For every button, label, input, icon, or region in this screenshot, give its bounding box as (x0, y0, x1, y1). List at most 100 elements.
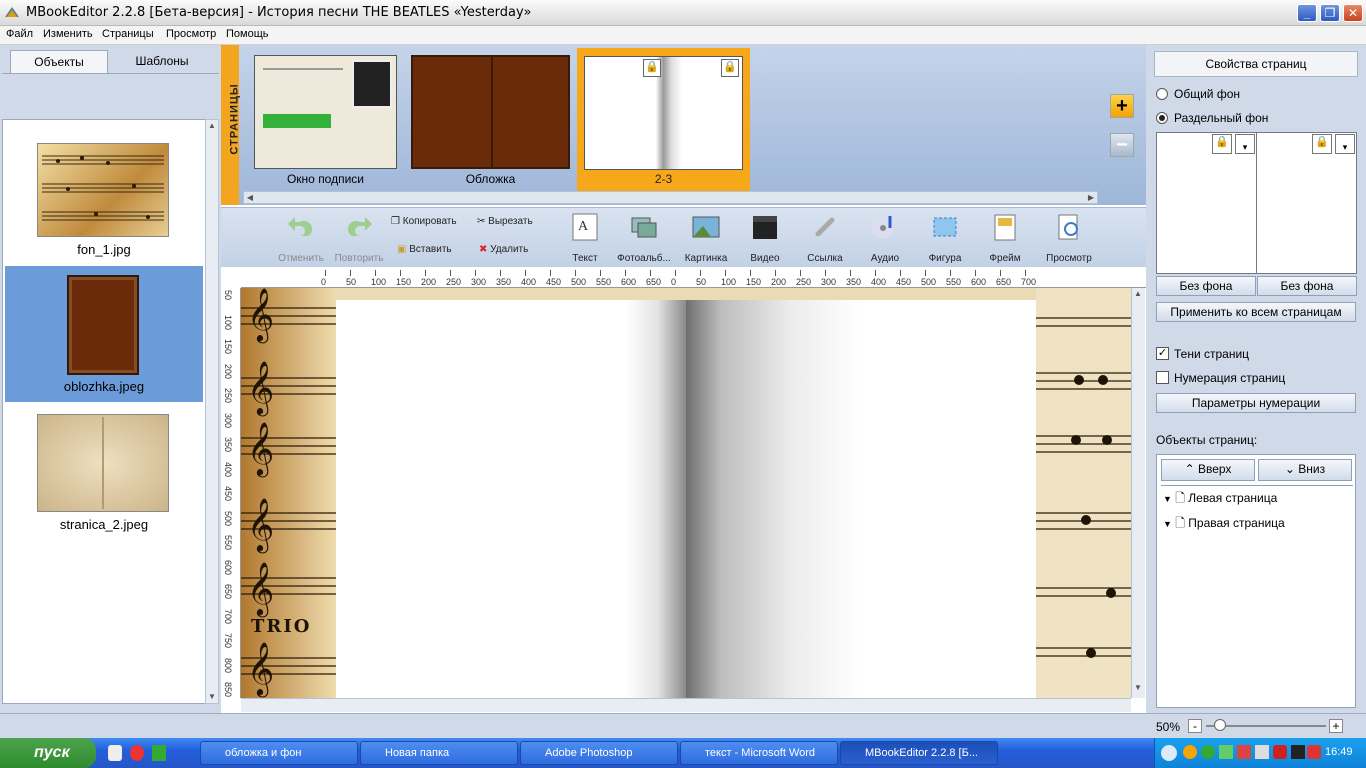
scroll-left-icon[interactable]: ◀ (244, 192, 256, 204)
menu-view[interactable]: Просмотр (166, 28, 216, 40)
pages-scrollbar[interactable]: ◀ ▶ (243, 191, 1098, 204)
tray-icon[interactable] (1255, 745, 1269, 759)
picture-tool[interactable]: Картинка (681, 212, 731, 264)
tray-icon[interactable] (1201, 745, 1215, 759)
audio-tool[interactable]: Аудио (863, 212, 907, 264)
text-tool[interactable]: A Текст (563, 212, 607, 264)
move-up-button[interactable]: ⌃ Вверх (1161, 459, 1255, 481)
menu-file[interactable]: Файл (6, 28, 33, 40)
ruler-tick-label: 200 (421, 277, 437, 287)
tray-icon[interactable] (1307, 745, 1321, 759)
task-word[interactable]: текст - Microsoft Word (680, 741, 838, 765)
delete-button[interactable]: ✖ Удалить (479, 244, 528, 255)
menu-pages[interactable]: Страницы (102, 28, 154, 40)
app-icon (5, 7, 19, 17)
ruler-tick-label: 250 (796, 277, 812, 287)
scroll-up-icon[interactable]: ▲ (206, 120, 218, 132)
task-new-folder[interactable]: Новая папка (360, 741, 518, 765)
left-page[interactable] (336, 300, 686, 698)
scroll-right-icon[interactable]: ▶ (1085, 192, 1097, 204)
tree-item-left[interactable]: ▼ 🗋 Левая страница (1163, 489, 1277, 510)
book-spread[interactable] (336, 300, 1036, 698)
tray-icon[interactable] (1291, 745, 1305, 759)
close-button[interactable]: ✕ (1343, 4, 1363, 22)
page-thumb-cover[interactable] (411, 55, 570, 169)
shape-tool[interactable]: Фигура (923, 212, 967, 264)
maximize-button[interactable]: ❐ (1320, 4, 1340, 22)
tray-icon[interactable] (1273, 745, 1287, 759)
apply-all-button[interactable]: Применить ко всем страницам (1156, 302, 1356, 322)
dropdown-icon[interactable]: ▾ (1335, 134, 1355, 154)
cut-button[interactable]: ✂ Вырезать (477, 216, 533, 227)
task-label: Новая папка (385, 747, 450, 759)
move-down-button[interactable]: ⌄ Вниз (1258, 459, 1352, 481)
objects-scrollbar[interactable]: ▲ ▼ (205, 119, 219, 704)
zoom-out-button[interactable]: - (1188, 719, 1202, 733)
radio-split-bg[interactable] (1156, 112, 1168, 124)
zoom-value: 50% (1156, 720, 1181, 734)
photoalbum-tool[interactable]: Фотоальб... (615, 212, 673, 264)
list-item-selected[interactable]: oblozhka.jpeg (5, 266, 203, 402)
page-thumb-selected[interactable]: 🔒 🔒 2-3 (577, 48, 750, 191)
list-item[interactable]: stranica_2.jpeg (5, 408, 203, 544)
redo-button[interactable]: Повторить (331, 212, 387, 264)
opera-icon[interactable] (130, 745, 144, 761)
right-page[interactable] (686, 300, 1036, 698)
ruler-tick-label: 400 (521, 277, 537, 287)
scroll-down-icon[interactable]: ▼ (206, 691, 218, 703)
scroll-down-icon[interactable]: ▼ (1132, 682, 1144, 694)
tray-arrow-icon[interactable] (1161, 745, 1177, 761)
canvas-horizontal-scrollbar[interactable] (241, 698, 1131, 712)
copy-label: Копировать (402, 216, 457, 227)
zoom-in-button[interactable]: + (1329, 719, 1343, 733)
shadows-checkbox[interactable]: ✓ (1156, 347, 1169, 360)
undo-button[interactable]: Отменить (273, 212, 329, 264)
page-thumb-signature[interactable] (254, 55, 397, 169)
task-mbookeditor[interactable]: MBookEditor 2.2.8 [Б... (840, 741, 998, 765)
tray-icon[interactable] (1183, 745, 1197, 759)
link-tool[interactable]: Ссылка (803, 212, 847, 264)
minimize-button[interactable]: _ (1297, 4, 1317, 22)
start-label: пуск (34, 744, 70, 761)
copy-button[interactable]: ❐ Копировать (391, 216, 457, 227)
ruler-tick-label: 100 (721, 277, 737, 287)
tray-icon[interactable] (1237, 745, 1251, 759)
tab-objects[interactable]: Объекты (10, 50, 108, 73)
page-objects-box: ⌃ Вверх ⌄ Вниз ▼ 🗋 Левая страница ▼ 🗋 Пр… (1156, 454, 1356, 708)
task-photoshop[interactable]: Adobe Photoshop (520, 741, 678, 765)
frame-tool[interactable]: Фрейм (983, 212, 1027, 264)
tree-item-right[interactable]: ▼ 🗋 Правая страница (1163, 514, 1285, 535)
dropdown-icon[interactable]: ▾ (1235, 134, 1255, 154)
canvas-vertical-scrollbar[interactable]: ▲ ▼ (1131, 288, 1145, 698)
start-button[interactable]: пуск (0, 738, 96, 768)
add-page-button[interactable]: + (1110, 94, 1134, 118)
photoalbum-label: Фотоальб... (617, 253, 671, 264)
right-bg-preview[interactable]: 🔒 ▾ (1256, 132, 1357, 274)
delete-icon: ✖ (479, 244, 488, 255)
zoom-slider-thumb[interactable] (1214, 719, 1226, 731)
left-bg-preview[interactable]: 🔒 ▾ (1156, 132, 1257, 274)
quicklaunch-icon[interactable] (108, 745, 122, 761)
scroll-up-icon[interactable]: ▲ (1132, 288, 1144, 300)
no-bg-left-button[interactable]: Без фона (1156, 276, 1256, 296)
ruler-tick-label: 250 (446, 277, 462, 287)
menu-help[interactable]: Помощь (226, 28, 269, 40)
numbering-checkbox[interactable] (1156, 371, 1169, 384)
preview-tool[interactable]: Просмотр (1043, 212, 1095, 264)
tab-templates[interactable]: Шаблоны (110, 50, 214, 73)
list-item[interactable]: fon_1.jpg (5, 125, 203, 261)
paste-button[interactable]: ▣ Вставить (397, 244, 452, 255)
no-bg-right-button[interactable]: Без фона (1257, 276, 1357, 296)
numbering-params-button[interactable]: Параметры нумерации (1156, 393, 1356, 413)
video-tool[interactable]: Видео (743, 212, 787, 264)
page-properties-panel: Свойства страниц Общий фон Раздельный фо… (1146, 45, 1366, 713)
remove-page-button[interactable]: − (1110, 133, 1134, 157)
ruler-tick-label: 750 (223, 633, 233, 649)
menu-edit[interactable]: Изменить (43, 28, 93, 40)
editor-canvas[interactable]: 𝄞 𝄞 𝄞 𝄞 𝄞 𝄞 TRIO (241, 288, 1131, 698)
ruler-tick-label: 300 (821, 277, 837, 287)
tray-icon[interactable] (1219, 745, 1233, 759)
quicklaunch-icon[interactable] (152, 745, 166, 761)
radio-common-bg[interactable] (1156, 88, 1168, 100)
task-folder-cover[interactable]: обложка и фон (200, 741, 358, 765)
